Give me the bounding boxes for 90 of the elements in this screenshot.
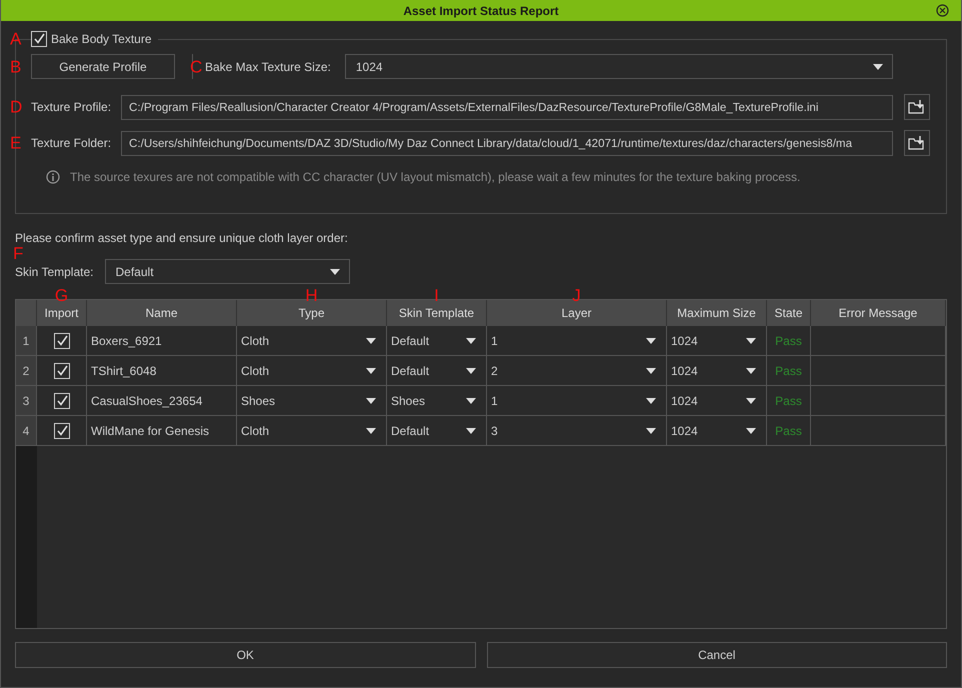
callout-letter: H [305,287,318,304]
caret-icon [746,368,756,374]
caret-icon [873,64,883,70]
caret-icon [746,398,756,404]
caret-icon [746,338,756,344]
row-number: 1 [22,334,30,348]
callout-letter: J [572,287,581,304]
info-message: The source texures are not compatible with CC character (UV layout mismatch), please wait a few minutes for the texture baking process. [70,170,800,184]
max-size-dropdown[interactable]: 1024 [667,326,767,355]
callout-letter: A [10,30,22,48]
texture-size-dropdown[interactable]: 1024 [344,54,893,79]
import-checkbox[interactable] [54,332,70,348]
caret-icon [366,338,376,344]
layer-dropdown[interactable]: 1 [487,326,667,355]
browse-button[interactable] [904,130,930,156]
skin-template-dropdown[interactable]: Default [387,416,487,445]
caret-icon [466,398,476,404]
checkbox-label: Bake Body Texture [51,32,152,46]
callout-letter: D [10,98,22,116]
window-title: Asset Import Status Report [403,4,559,18]
row-number: 3 [22,394,30,408]
dialog-button[interactable]: OK [15,642,476,668]
path-field[interactable]: C:/Program Files/Reallusion/Character Creator 4/Program/Assets/ExternalFiles/DazResource/TextureProfile/G8Male_TextureProfile.ini [121,94,893,120]
generate-profile-button[interactable]: Generate Profile [31,54,175,79]
state-text: Pass [775,424,802,438]
max-size-dropdown[interactable]: 1024 [667,386,767,415]
asset-name: CasualShoes_23654 [91,394,202,408]
callout-letter: C [190,58,202,75]
state-text: Pass [775,334,802,348]
callout-letter: G [54,287,68,304]
bake-texture-checkbox[interactable] [31,31,47,47]
caret-icon [330,268,340,274]
layer-dropdown[interactable]: 3 [487,416,667,445]
column-header: Maximum Size [677,306,756,320]
skin-template-dropdown[interactable]: Default [387,326,487,355]
field-label: Texture Folder: [31,136,112,150]
column-header: Name [145,306,178,320]
field-label: Bake Max Texture Size: [205,60,331,74]
caret-icon [466,428,476,434]
layer-dropdown[interactable]: 2 [487,356,667,385]
column-header: Error Message [838,306,918,320]
asset-name: TShirt_6048 [91,364,156,378]
import-checkbox[interactable] [54,392,70,408]
caret-icon [366,428,376,434]
field-label: Texture Profile: [31,100,112,114]
row-number: 4 [22,424,30,438]
skin-template-dropdown[interactable]: Default [104,259,350,284]
field-label: Skin Template: [15,264,94,278]
asset-name: Boxers_6921 [91,334,162,348]
caret-icon [746,428,756,434]
info-icon [46,170,60,184]
close-icon[interactable] [936,4,949,17]
column-header: Import [44,306,78,320]
skin-template-dropdown[interactable]: Shoes [387,386,487,415]
path-field[interactable]: C:/Users/shihfeichung/Documents/DAZ 3D/Studio/My Daz Connect Library/data/cloud/1_42071/runtime/textures/daz/characters/genesis8/ma [121,130,893,156]
caret-icon [366,398,376,404]
type-dropdown[interactable]: Cloth [237,416,387,445]
layer-dropdown[interactable]: 1 [487,386,667,415]
max-size-dropdown[interactable]: 1024 [667,416,767,445]
dialog-button[interactable]: Cancel [486,642,947,668]
callout-letter: F [13,244,24,262]
type-dropdown[interactable]: Cloth [237,356,387,385]
type-dropdown[interactable]: Cloth [237,326,387,355]
callout-letter: E [10,134,22,152]
folder-import-icon [908,99,926,115]
asset-name: WildMane for Genesis [91,424,210,438]
caret-icon [466,368,476,374]
caret-icon [646,368,656,374]
state-text: Pass [775,394,802,408]
instruction-text: Please confirm asset type and ensure unique cloth layer order: [15,231,349,245]
caret-icon [366,368,376,374]
type-dropdown[interactable]: Shoes [237,386,387,415]
max-size-dropdown[interactable]: 1024 [667,356,767,385]
caret-icon [466,338,476,344]
caret-icon [646,338,656,344]
callout-letter: B [10,58,22,75]
caret-icon [646,398,656,404]
browse-button[interactable] [904,94,930,120]
import-checkbox[interactable] [54,362,70,378]
column-header: Layer [561,306,592,320]
folder-import-icon [908,135,926,151]
column-header: Type [298,306,324,320]
state-text: Pass [775,364,802,378]
column-header: State [774,306,803,320]
caret-icon [646,428,656,434]
row-number: 2 [22,364,30,378]
callout-letter: I [434,287,439,304]
column-header: Skin Template [398,306,474,320]
skin-template-dropdown[interactable]: Default [387,356,487,385]
import-checkbox[interactable] [54,422,70,438]
